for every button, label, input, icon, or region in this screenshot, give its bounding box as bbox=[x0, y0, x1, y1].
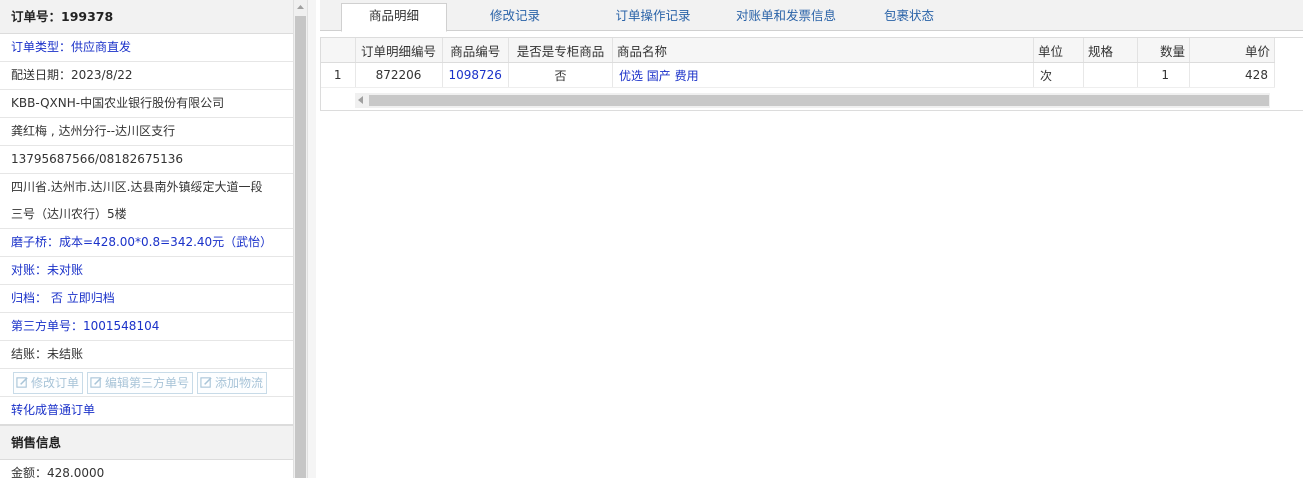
tab-package-status[interactable]: 包裹状态 bbox=[864, 4, 954, 30]
row-number-header bbox=[321, 38, 356, 63]
grid-horizontal-scrollbar[interactable] bbox=[355, 93, 1270, 108]
customer-name: KBB-QXNH-中国农业银行股份有限公司 bbox=[0, 90, 293, 118]
unit-cell: 次 bbox=[1033, 62, 1084, 88]
order-info-panel: 订单号：199378 订单类型：供应商直发 配送日期：2023/8/22 KBB… bbox=[0, 0, 294, 478]
archive-now-link[interactable]: 立即归档 bbox=[67, 291, 115, 305]
tab-order-operations[interactable]: 订单操作记录 bbox=[593, 4, 713, 30]
address-line-2: 三号（达川农行）5楼 bbox=[0, 201, 293, 229]
column-header[interactable]: 单位 bbox=[1033, 38, 1084, 63]
scroll-thumb[interactable] bbox=[295, 16, 306, 478]
convert-to-normal-order-link[interactable]: 转化成普通订单 bbox=[0, 397, 293, 425]
left-panel-scrollbar[interactable] bbox=[293, 0, 307, 478]
product-number-link[interactable]: 1098726 bbox=[442, 62, 509, 88]
archive-value: 否 bbox=[50, 291, 63, 305]
reconcile-status: 对账：未对账 bbox=[0, 257, 293, 285]
edit-third-party-button[interactable]: 编辑第三方单号 bbox=[87, 371, 194, 394]
add-logistics-button[interactable]: 添加物流 bbox=[197, 371, 268, 394]
product-table: 订单明细编号 商品编号 是否是专柜商品 商品名称 单位 规格 数量 单价 1 8… bbox=[321, 38, 1275, 88]
table-row[interactable]: 1 872206 1098726 否 优选 国产 费用 次 1 428 bbox=[321, 62, 1275, 88]
column-header[interactable]: 是否是专柜商品 bbox=[508, 38, 613, 63]
order-type: 订单类型：供应商直发 bbox=[0, 34, 293, 62]
spec-cell bbox=[1083, 62, 1138, 88]
archive-row: 归档： 否 立即归档 bbox=[0, 285, 293, 313]
product-name-link[interactable]: 优选 国产 费用 bbox=[612, 62, 1034, 88]
address-line-1: 四川省.达州市.达川区.达县南外镇绥定大道一段 bbox=[11, 180, 263, 194]
edit-icon bbox=[200, 377, 212, 388]
edit-order-label: 修改订单 bbox=[31, 375, 80, 390]
row-number: 1 bbox=[321, 62, 356, 88]
column-header[interactable]: 商品编号 bbox=[442, 38, 509, 63]
column-header[interactable]: 数量 bbox=[1137, 38, 1190, 63]
column-header[interactable]: 订单明细编号 bbox=[355, 38, 443, 63]
detail-panel: 商品明细 修改记录 订单操作记录 对账单和发票信息 包裹状态 订单明细编号 商品… bbox=[316, 0, 1303, 478]
edit-order-button[interactable]: 修改订单 bbox=[13, 371, 84, 394]
horizontal-scroll-thumb[interactable] bbox=[369, 95, 1269, 106]
tab-modify-history[interactable]: 修改记录 bbox=[470, 4, 560, 30]
sales-amount: 金额：428.0000 bbox=[0, 460, 293, 478]
third-party-number: 第三方单号：1001548104 bbox=[0, 313, 293, 341]
settle-status: 结账：未结账 bbox=[0, 341, 293, 369]
chevron-up-icon bbox=[297, 5, 304, 9]
table-header-row: 订单明细编号 商品编号 是否是专柜商品 商品名称 单位 规格 数量 单价 bbox=[321, 38, 1275, 63]
delivery-date: 配送日期：2023/8/22 bbox=[0, 62, 293, 90]
tab-statement-invoice[interactable]: 对账单和发票信息 bbox=[716, 4, 856, 30]
panel-splitter[interactable] bbox=[307, 0, 316, 478]
is-counter-cell: 否 bbox=[508, 62, 613, 88]
scroll-up-arrow[interactable] bbox=[294, 0, 307, 14]
product-grid: 订单明细编号 商品编号 是否是专柜商品 商品名称 单位 规格 数量 单价 1 8… bbox=[320, 37, 1303, 111]
order-number-header: 订单号：199378 bbox=[0, 0, 293, 34]
quantity-cell: 1 bbox=[1137, 62, 1190, 88]
edit-icon bbox=[16, 377, 28, 388]
contact-info: 龚红梅 , 达州分行--达川区支行 bbox=[0, 118, 293, 146]
order-actions: 修改订单 编辑第三方单号 添加物流 bbox=[0, 369, 293, 397]
tab-bar: 商品明细 修改记录 订单操作记录 对账单和发票信息 包裹状态 bbox=[320, 0, 1303, 32]
cost-note: 磨子桥：成本=428.00*0.8=342.40元（武怡） bbox=[0, 229, 293, 257]
detail-number-cell: 872206 bbox=[355, 62, 443, 88]
add-logistics-label: 添加物流 bbox=[215, 375, 264, 390]
column-header[interactable]: 单价 bbox=[1189, 38, 1275, 63]
archive-label: 归档： bbox=[11, 291, 48, 305]
edit-third-party-label: 编辑第三方单号 bbox=[105, 375, 190, 390]
tab-product-details[interactable]: 商品明细 bbox=[341, 3, 447, 32]
price-cell: 428 bbox=[1189, 62, 1275, 88]
edit-icon bbox=[90, 377, 102, 388]
chevron-left-icon[interactable] bbox=[358, 96, 363, 104]
contact-phone: 13795687566/08182675136 bbox=[0, 146, 293, 174]
column-header[interactable]: 规格 bbox=[1083, 38, 1138, 63]
column-header[interactable]: 商品名称 bbox=[612, 38, 1034, 63]
sales-info-header: 销售信息 bbox=[0, 425, 293, 460]
